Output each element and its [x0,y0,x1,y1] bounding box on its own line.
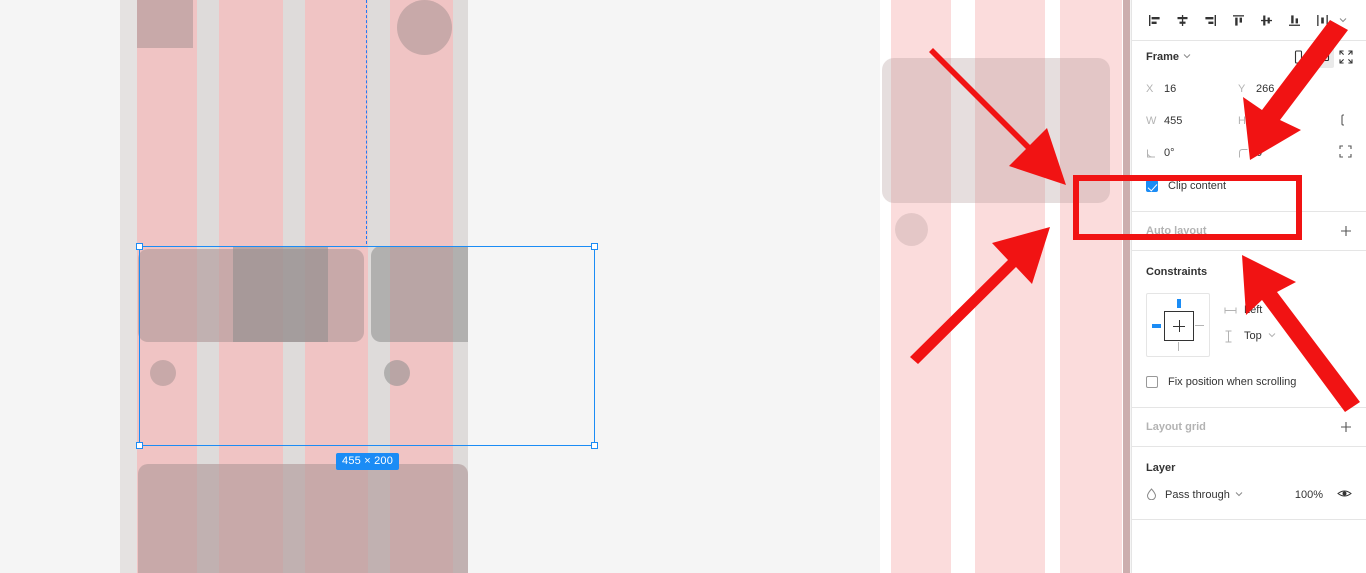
content-dot [895,213,928,246]
vertical-constraint-chevron-down-icon[interactable] [1268,330,1276,342]
fix-position-checkbox[interactable] [1146,376,1158,388]
align-right-icon[interactable] [1196,6,1224,34]
constraint-top-marker[interactable] [1177,299,1181,308]
orientation-landscape-icon[interactable] [1310,46,1334,68]
layer-title: Layer [1146,462,1176,474]
resize-handle-bottom-right[interactable] [591,442,598,449]
constraint-widget[interactable] [1146,293,1210,357]
blend-mode-value[interactable]: Pass through [1165,489,1230,501]
artboard-right-edge [1123,0,1130,573]
y-field-label: Y [1238,83,1246,95]
resize-to-fit-icon[interactable] [1334,46,1358,68]
visibility-eye-icon[interactable] [1337,488,1352,502]
constraint-bottom-marker[interactable] [1178,342,1179,351]
constraints-section: Constraints [1132,251,1366,283]
blend-mode-chevron-down-icon[interactable] [1235,489,1243,501]
corner-radius-field[interactable]: 0 [1232,141,1324,165]
horizontal-constraint-select[interactable]: Left [1224,297,1276,323]
height-field-label: H [1238,115,1246,127]
vertical-constraint-select[interactable]: Top [1224,323,1276,349]
frame-dimension-fields: X 16 Y 266 W 455 H 200 0° 0 [1132,71,1366,169]
constraint-right-marker[interactable] [1195,325,1204,326]
align-left-icon[interactable] [1140,6,1168,34]
constraints-title: Constraints [1146,266,1208,278]
layer-section: Layer [1132,447,1366,481]
x-field-value: 16 [1164,83,1177,95]
horizontal-constraint-icon [1224,306,1244,315]
align-bottom-icon[interactable] [1280,6,1308,34]
smart-guide [366,0,367,244]
rotation-field[interactable]: 0° [1140,141,1232,165]
rotation-radius-row: 0° 0 [1140,137,1358,169]
y-field[interactable]: Y 266 [1232,77,1324,101]
corner-radius-icon [1238,148,1256,159]
align-vertical-centers-icon[interactable] [1252,6,1280,34]
add-layout-grid-button[interactable] [1336,417,1356,437]
horizontal-constraint-chevron-down-icon[interactable] [1268,304,1276,316]
constraints-body: Left Top [1132,283,1366,363]
width-field[interactable]: W 455 [1140,109,1232,133]
blend-mode-icon [1146,487,1157,503]
content-block [138,464,468,573]
frame-type-chevron-down-icon[interactable] [1183,51,1191,63]
selection-size-badge: 455 × 200 [336,453,400,470]
corner-radius-value: 0 [1256,147,1263,159]
artboard-right[interactable] [880,0,1130,573]
divider [1132,40,1366,41]
vertical-constraint-value: Top [1244,330,1262,342]
fix-position-row[interactable]: Fix position when scrolling [1132,367,1366,397]
independent-corners-icon[interactable] [1339,145,1352,161]
add-auto-layout-button[interactable] [1336,221,1356,241]
clip-content-label: Clip content [1168,180,1227,192]
auto-layout-section: Auto layout [1132,212,1366,250]
content-dot-gray [384,360,410,386]
x-field[interactable]: X 16 [1140,77,1232,101]
horizontal-constraint-value: Left [1244,304,1263,316]
orientation-portrait-icon[interactable] [1286,46,1310,68]
layout-grid-title: Layout grid [1146,421,1206,433]
rotation-value: 0° [1164,147,1175,159]
height-field[interactable]: H 200 [1232,109,1324,133]
resize-handle-top-right[interactable] [591,243,598,250]
constraint-selects: Left Top [1224,293,1276,349]
align-more-chevron-down-icon[interactable] [1336,6,1350,34]
constraint-left-marker[interactable] [1152,324,1161,328]
align-top-icon[interactable] [1224,6,1252,34]
width-field-value: 455 [1164,115,1183,127]
content-block-gray [371,246,468,342]
vertical-constraint-icon [1224,330,1244,343]
properties-panel: Frame X 16 Y 266 W 455 H 200 0° 0 Clip c… [1131,0,1366,573]
content-dot [397,0,452,55]
content-block [137,0,193,48]
design-canvas[interactable]: 455 × 200 [0,0,1131,573]
clip-content-checkbox[interactable] [1146,180,1158,192]
content-dot [150,360,176,386]
distribute-icon[interactable] [1308,6,1336,34]
clip-content-row[interactable]: Clip content [1132,171,1366,201]
proportion-lock-icon[interactable] [1341,113,1352,130]
auto-layout-title: Auto layout [1146,225,1207,237]
content-block-gray [233,246,328,342]
width-field-label: W [1146,115,1157,127]
fix-position-label: Fix position when scrolling [1168,376,1297,388]
content-block [882,58,1110,203]
x-field-label: X [1146,83,1154,95]
frame-type-row: Frame [1132,43,1366,71]
height-field-value: 200 [1256,115,1275,127]
align-horizontal-centers-icon[interactable] [1168,6,1196,34]
frame-type-label: Frame [1146,51,1180,63]
layer-opacity-value[interactable]: 100% [1295,489,1323,501]
app-root: 455 × 200 Frame X 16 Y 266 W 455 H 200 0… [0,0,1366,573]
artboard-left[interactable] [137,0,468,573]
constraint-cross-vertical [1178,320,1180,332]
rotation-icon [1146,148,1164,159]
y-field-value: 266 [1256,83,1275,95]
layout-grid-section: Layout grid [1132,408,1366,446]
align-toolbar [1132,0,1366,40]
size-row: W 455 H 200 [1140,105,1358,137]
layer-blend-row: Pass through 100% [1132,481,1366,509]
position-row: X 16 Y 266 [1140,73,1358,105]
divider [1132,519,1366,520]
